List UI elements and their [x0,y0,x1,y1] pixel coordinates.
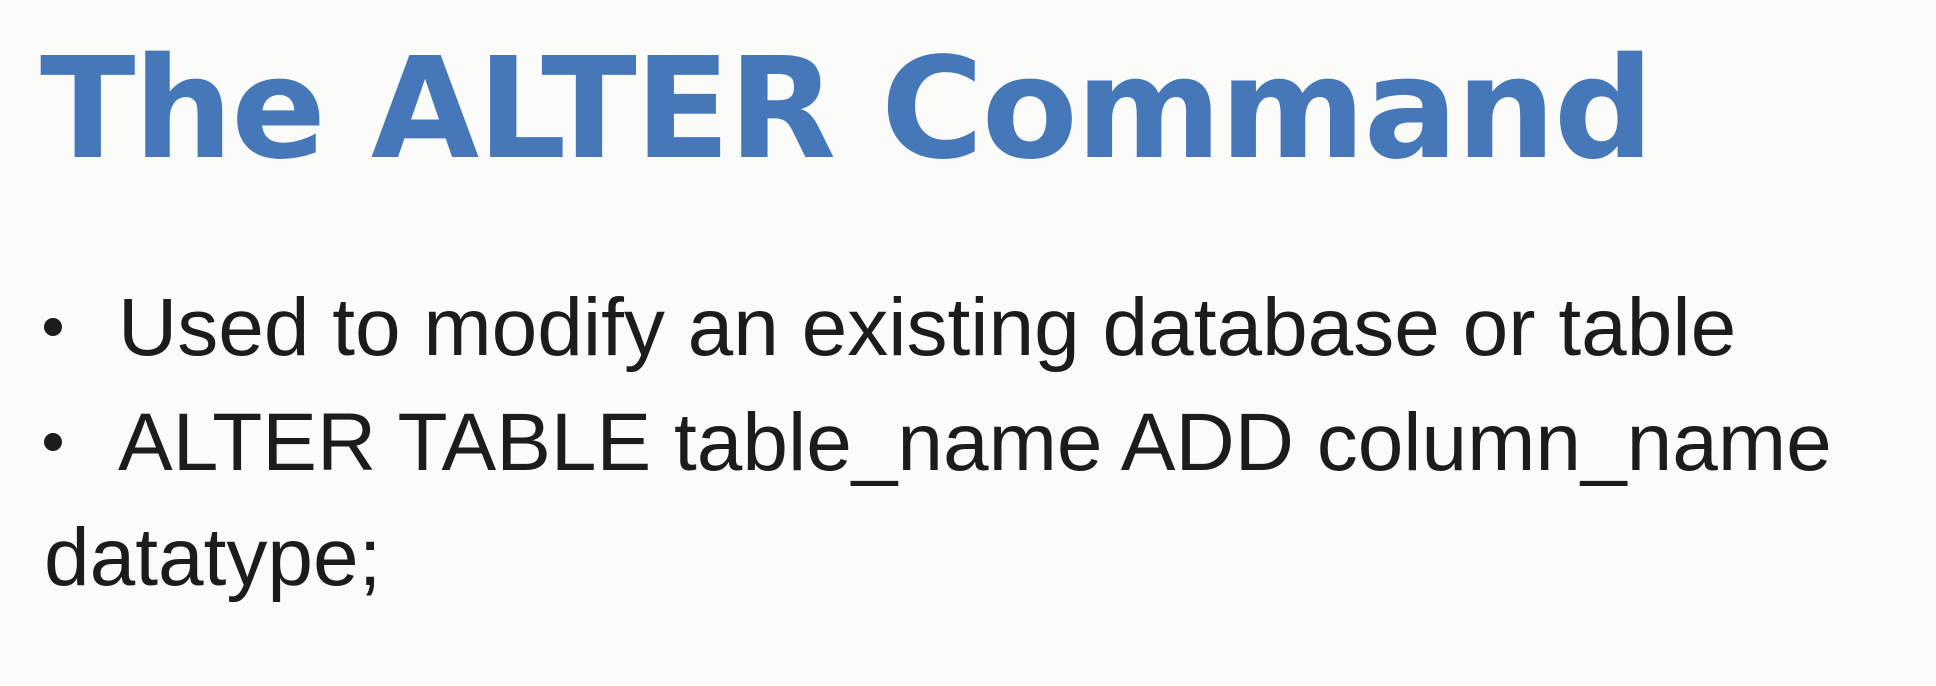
bullet-text: ALTER TABLE table_name ADD column_name d… [44,397,1832,603]
bullet-list: Used to modify an existing database or t… [44,270,1904,615]
bullet-icon [44,433,62,452]
bullet-icon [44,318,62,337]
bullet-item: Used to modify an existing database or t… [44,270,1904,385]
bullet-item: ALTER TABLE table_name ADD column_name d… [44,385,1904,615]
slide: The ALTER Command Used to modify an exis… [0,0,1936,686]
slide-title: The ALTER Command [40,28,1654,191]
bullet-text: Used to modify an existing database or t… [118,282,1737,373]
